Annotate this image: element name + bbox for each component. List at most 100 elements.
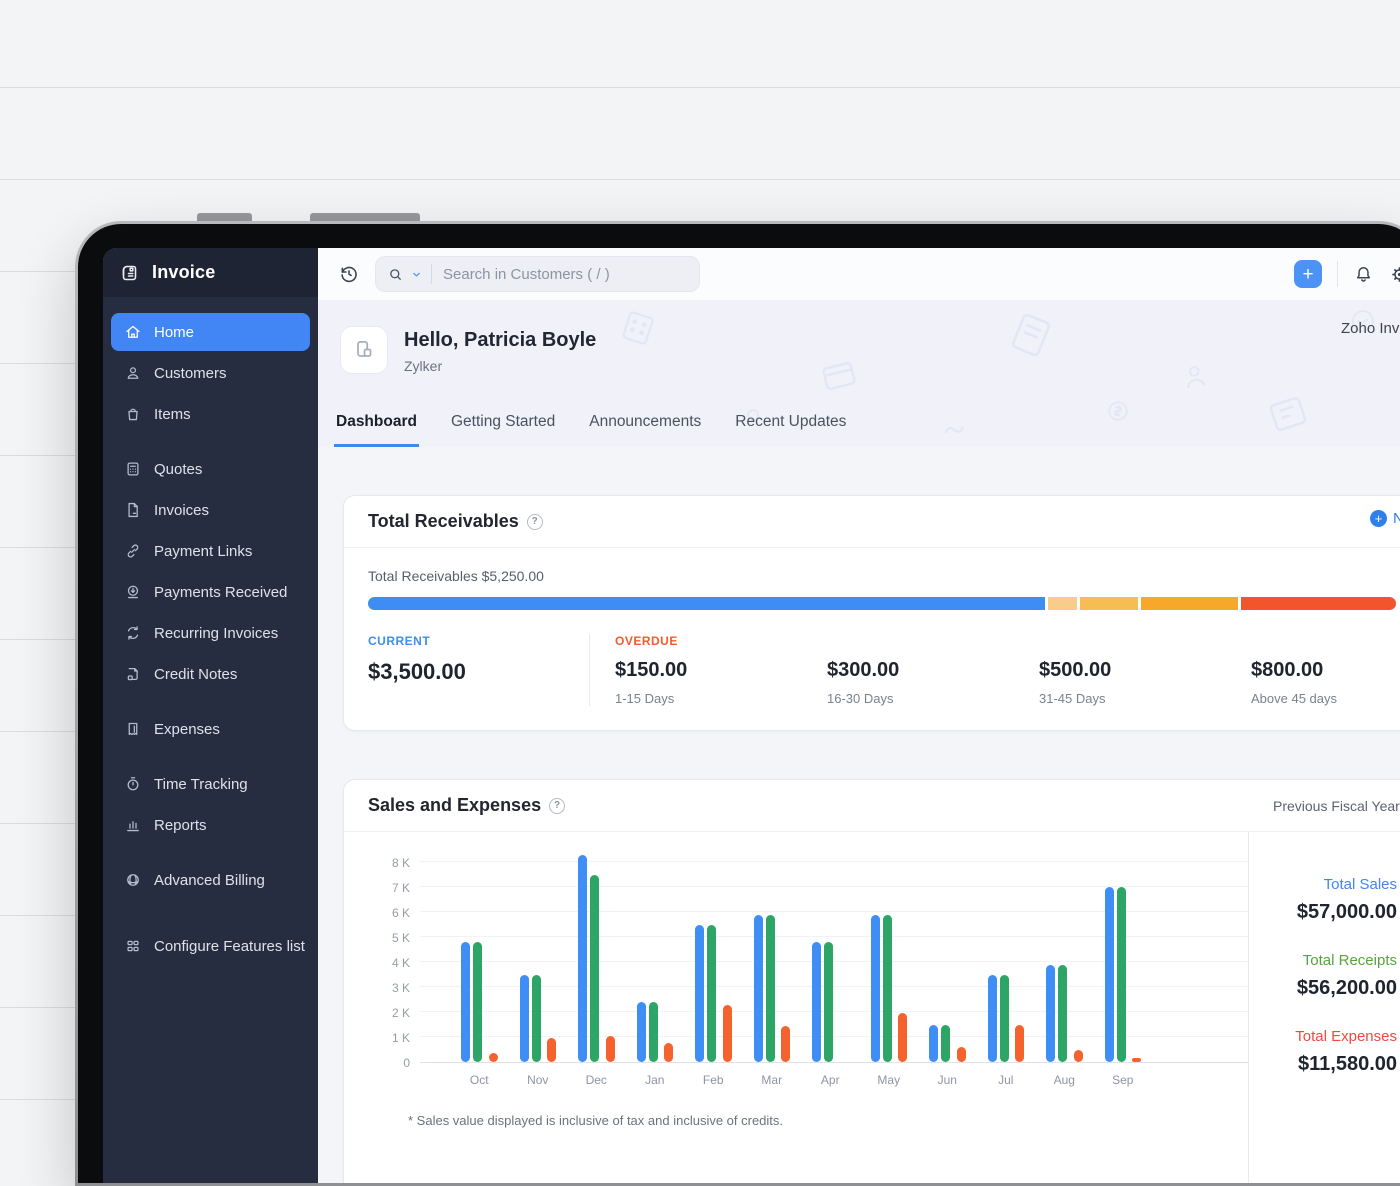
- expenses-bar: [956, 1047, 966, 1062]
- bar-group-mar-2024: [743, 851, 802, 1062]
- notifications-button[interactable]: [1353, 264, 1374, 285]
- tab-announcements[interactable]: Announcements: [587, 403, 703, 447]
- sidebar-item-advanced-billing[interactable]: Advanced Billing: [111, 861, 310, 899]
- chart-y-axis: 0 1 K 2 K 3 K 4 K 5 K 6 K 7 K 8 K: [368, 851, 420, 1070]
- x-tick-month: Dec: [585, 1073, 607, 1087]
- x-tick-month: Aug: [1053, 1073, 1075, 1087]
- sidebar-item-label: Quotes: [154, 460, 203, 478]
- sidebar-item-time-tracking[interactable]: Time Tracking: [111, 765, 310, 803]
- search-input[interactable]: [441, 264, 688, 284]
- sidebar-item-expenses[interactable]: Expenses: [111, 710, 310, 748]
- org-avatar[interactable]: [340, 326, 388, 374]
- aging-bar-segment: [1141, 597, 1239, 610]
- sales-bar: [636, 1002, 646, 1062]
- sidebar-item-invoices[interactable]: Invoices: [111, 491, 310, 529]
- new-receivable-button[interactable]: + New: [1370, 510, 1400, 527]
- x-tick-month: Oct: [469, 1073, 489, 1087]
- sidebar-item-configure-features-list[interactable]: Configure Features list: [111, 927, 310, 965]
- quotes-icon: [127, 462, 139, 476]
- x-tick-month: Mar: [761, 1073, 783, 1087]
- greeting-text: Hello, Patricia Boyle: [404, 329, 597, 351]
- sidebar-item-quotes[interactable]: Quotes: [111, 450, 310, 488]
- current-label: CURRENT: [368, 634, 431, 648]
- help-icon[interactable]: ?: [526, 513, 543, 530]
- total-label: Total Expenses: [1295, 1028, 1397, 1045]
- sales-footnote: * Sales value displayed is inclusive of …: [408, 1113, 784, 1129]
- total-value: $56,200.00: [1296, 977, 1397, 999]
- receipts-bar: [707, 924, 716, 1062]
- receipts-bar: [1058, 964, 1067, 1062]
- sidebar-item-items[interactable]: Items: [111, 395, 310, 433]
- sidebar-item-label: Invoices: [154, 501, 210, 519]
- tab-recent-updates[interactable]: Recent Updates: [733, 403, 848, 447]
- sidebar-group: Advanced Billing: [111, 861, 310, 899]
- current-column: CURRENT $3,500.00: [368, 634, 589, 706]
- sidebar-item-payments-received[interactable]: Payments Received: [111, 573, 310, 611]
- sidebar-item-label: Home: [154, 323, 195, 341]
- customers-icon: [127, 367, 139, 379]
- receipts-bar: [999, 974, 1009, 1062]
- settings-button[interactable]: [1389, 264, 1400, 285]
- bucket-range: 16-30 Days: [827, 691, 894, 706]
- sidebar-item-recurring-invoices[interactable]: Recurring Invoices: [111, 614, 310, 652]
- current-amount: $3,500.00: [368, 659, 466, 684]
- bar-group-may-2024: [860, 851, 919, 1062]
- chevron-down-icon[interactable]: [411, 269, 422, 280]
- decor-doodle: [944, 426, 964, 434]
- bar-group-apr-2024: [801, 851, 860, 1062]
- x-tick-month: Jan: [645, 1073, 665, 1087]
- sidebar-item-label: Reports: [154, 816, 207, 834]
- fiscal-year-selector[interactable]: Previous Fiscal Year: [1273, 798, 1400, 814]
- payments-received-icon: [127, 585, 139, 599]
- sidebar-group: Expenses: [111, 710, 310, 748]
- sidebar-item-credit-notes[interactable]: Credit Notes: [111, 655, 310, 693]
- x-tick-month: Sep: [1112, 1073, 1134, 1087]
- sidebar-item-reports[interactable]: Reports: [111, 806, 310, 844]
- quick-create-button[interactable]: +: [1294, 260, 1322, 288]
- search-divider: [431, 264, 432, 284]
- gear-icon: [1392, 266, 1400, 282]
- x-tick-label: Apr2024: [801, 1072, 860, 1089]
- help-icon[interactable]: ?: [549, 797, 566, 814]
- tab-getting-started[interactable]: Getting Started: [449, 403, 557, 447]
- global-search[interactable]: [375, 256, 700, 292]
- bucket-amount: $800.00: [1251, 659, 1324, 681]
- items-icon: [128, 408, 138, 421]
- sales-title: Sales and Expenses: [368, 795, 542, 815]
- app-screen: Invoice Home Customers Items Quotes Invoices…: [103, 248, 1400, 1183]
- aging-bar-segment: [368, 597, 1046, 610]
- aging-bar-segment: [1048, 597, 1078, 610]
- sidebar-item-label: Recurring Invoices: [154, 624, 279, 642]
- total-value: $11,580.00: [1298, 1053, 1397, 1075]
- x-tick-month: May: [877, 1073, 901, 1087]
- overdue-bucket: $800.00 Above 45 days: [1251, 659, 1400, 706]
- reports-icon: [127, 821, 139, 832]
- payment-links-icon: [127, 544, 139, 558]
- history-icon: [341, 266, 357, 283]
- aging-progress-bar: [368, 597, 1396, 610]
- receivables-summary: Total Receivables $5,250.00: [368, 568, 544, 584]
- y-tick-label: 6 K: [391, 906, 410, 920]
- hero-tabs: Dashboard Getting Started Announcements Rec…: [334, 403, 848, 447]
- total-label: Total Sales: [1323, 876, 1397, 893]
- sales-card-header: Sales and Expenses ? Previous Fiscal Yea…: [344, 780, 1400, 832]
- sales-bar: [929, 1024, 938, 1062]
- decor-doodle: [622, 311, 654, 345]
- decor-doodle: [1011, 313, 1051, 357]
- sales-bar: [870, 914, 880, 1062]
- tab-dashboard[interactable]: Dashboard: [334, 403, 419, 447]
- sidebar-item-customers[interactable]: Customers: [111, 354, 310, 392]
- bar-group-nov-2023: [509, 851, 568, 1062]
- app-title: Invoice: [152, 262, 216, 282]
- receipts-bar: [648, 1002, 658, 1062]
- bucket-amount: $500.00: [1039, 659, 1112, 681]
- expenses-bar: [898, 1013, 907, 1062]
- bar-group-sep-2024: [1094, 851, 1153, 1062]
- sidebar-item-payment-links[interactable]: Payment Links: [111, 532, 310, 570]
- y-tick-label: 1 K: [391, 1031, 410, 1045]
- expenses-bar: [1015, 1024, 1024, 1062]
- sidebar-item-home[interactable]: Home: [111, 313, 310, 351]
- recent-history-button[interactable]: [338, 263, 360, 285]
- bucket-amount: $300.00: [827, 659, 900, 681]
- y-tick-label: 7 K: [391, 881, 410, 895]
